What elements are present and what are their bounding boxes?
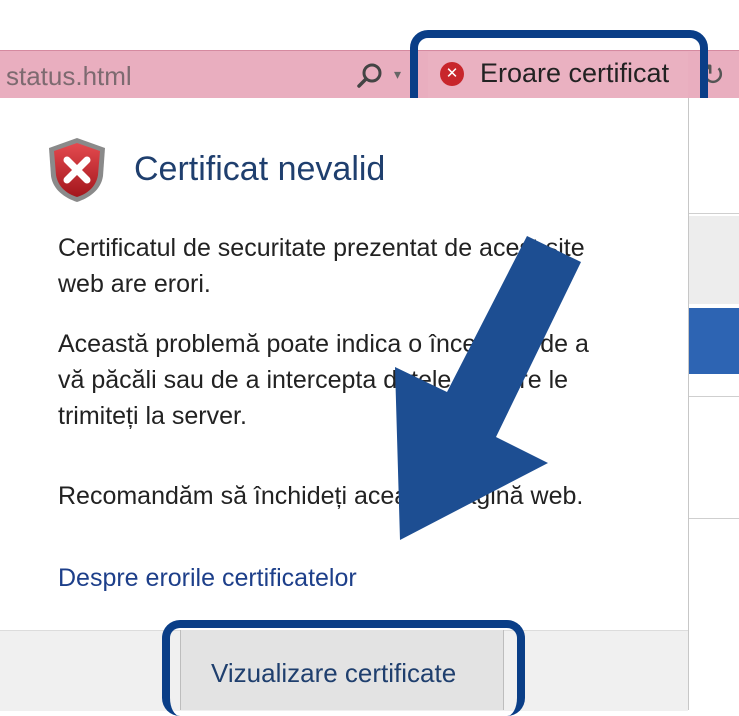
background-divider xyxy=(689,518,739,519)
shield-error-icon xyxy=(49,138,105,202)
popup-title: Certificat nevalid xyxy=(134,150,386,188)
error-description: Certificatul de securitate prezentat de … xyxy=(58,234,585,298)
background-page-edge xyxy=(689,98,739,710)
highlight-frame-view-certificates xyxy=(162,620,525,716)
url-text[interactable]: status.html xyxy=(6,61,132,92)
chevron-down-icon[interactable]: ▾ xyxy=(394,66,401,83)
warning-description: Această problemă poate indica o încercar… xyxy=(58,330,589,430)
background-grey-band xyxy=(689,216,739,304)
search-icon[interactable] xyxy=(352,60,388,90)
certificate-popup: Certificat nevalid Certificatul de secur… xyxy=(0,98,689,711)
background-blue-band xyxy=(689,308,739,374)
background-divider xyxy=(689,396,739,397)
background-divider xyxy=(689,213,739,214)
certificate-errors-help-link[interactable]: Despre erorile certificatelor xyxy=(58,564,357,593)
recommendation-text: Recomandăm să închideți această pagină w… xyxy=(58,482,584,510)
